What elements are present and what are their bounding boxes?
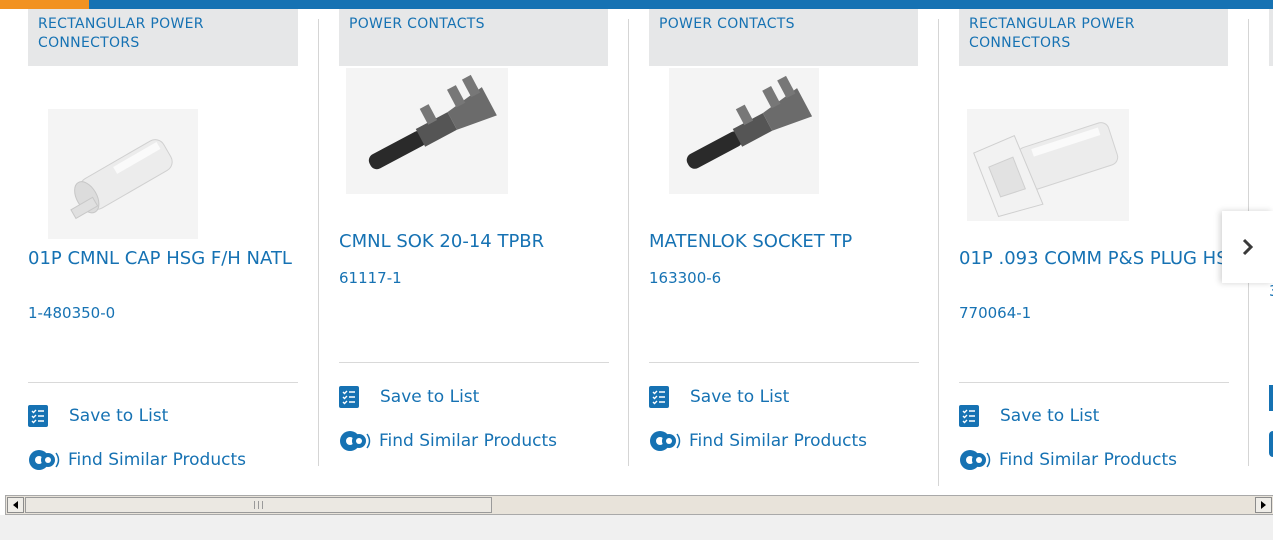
category-label[interactable]: RECTANGULAR POWER CONNECTORS <box>28 9 298 66</box>
part-number[interactable]: 1-480350-0 <box>28 304 115 322</box>
checklist-icon <box>28 405 48 427</box>
page-footer-strip <box>0 515 1273 540</box>
product-title[interactable]: CMNL SOK 20-14 TPBR <box>339 233 629 251</box>
product-carousel: RECTANGULAR POWER CONNECTORS 01P CMNL CA… <box>0 9 1273 490</box>
product-title[interactable]: 01P .093 COMM P&S PLUG HSG <box>959 250 1249 268</box>
find-similar-icon <box>340 431 371 451</box>
find-similar-icon <box>650 431 681 451</box>
checklist-icon <box>959 405 979 427</box>
find-similar-icon <box>29 450 60 470</box>
scrollbar-thumb[interactable] <box>25 497 492 513</box>
triangle-right-icon <box>1260 501 1266 509</box>
chevron-right-icon <box>1242 238 1253 256</box>
part-number[interactable]: 770064-1 <box>959 304 1031 322</box>
find-similar-label: Find Similar Products <box>689 431 867 451</box>
find-similar-icon <box>1269 431 1273 457</box>
save-to-list-button[interactable]: Save to List <box>959 403 1099 429</box>
card-divider <box>28 382 298 383</box>
product-title[interactable]: MATENLOK SOCKET TP <box>649 233 939 251</box>
find-similar-label: Find Similar Products <box>999 450 1177 470</box>
find-similar-icon <box>960 450 991 470</box>
category-label-partial <box>1269 9 1273 66</box>
part-number[interactable]: 163300-6 <box>649 269 721 287</box>
card-divider <box>959 382 1229 383</box>
product-card: RECTANGULAR POWER CONNECTORS 01P CMNL CA… <box>28 9 298 490</box>
product-image[interactable] <box>669 68 819 194</box>
card-divider <box>339 362 609 363</box>
card-separator <box>318 19 319 466</box>
category-label[interactable]: RECTANGULAR POWER CONNECTORS <box>959 9 1228 66</box>
card-separator <box>938 19 939 486</box>
product-title[interactable]: 01P CMNL CAP HSG F/H NATL <box>28 250 318 268</box>
card-separator <box>628 19 629 466</box>
product-card: POWER CONTACTS CMNL SOK 20-14 TPBR 61117… <box>339 9 609 490</box>
save-to-list-label: Save to List <box>380 387 480 407</box>
part-number[interactable]: 61117-1 <box>339 269 402 287</box>
product-card: RECTANGULAR POWER CONNECTORS 01P .093 CO… <box>959 9 1242 490</box>
save-to-list-label: Save to List <box>690 387 790 407</box>
horizontal-scrollbar[interactable] <box>5 495 1273 515</box>
category-label[interactable]: POWER CONTACTS <box>649 9 918 66</box>
triangle-left-icon <box>12 501 18 509</box>
checklist-icon <box>1269 385 1273 411</box>
find-similar-label: Find Similar Products <box>379 431 557 451</box>
find-similar-label: Find Similar Products <box>68 450 246 470</box>
find-similar-products-button[interactable]: Find Similar Products <box>28 447 246 473</box>
top-accent-orange <box>0 0 89 9</box>
product-image[interactable] <box>48 109 198 239</box>
top-accent-bar <box>0 0 1273 9</box>
save-to-list-button[interactable]: Save to List <box>649 384 789 410</box>
save-to-list-label: Save to List <box>1000 406 1100 426</box>
card-divider <box>649 362 919 363</box>
save-to-list-label: Save to List <box>69 406 169 426</box>
find-similar-products-button[interactable]: Find Similar Products <box>339 428 557 454</box>
product-image[interactable] <box>346 68 508 194</box>
product-card: POWER CONTACTS MATENLOK SOCKET TP 163300… <box>649 9 919 490</box>
scroll-left-arrow[interactable] <box>7 497 24 513</box>
save-to-list-button[interactable]: Save to List <box>28 403 168 429</box>
checklist-icon <box>339 386 359 408</box>
find-similar-products-button[interactable]: Find Similar Products <box>649 428 867 454</box>
carousel-next-button[interactable] <box>1222 211 1273 283</box>
checklist-icon <box>649 386 669 408</box>
part-number-partial: 3 <box>1269 282 1273 300</box>
scroll-right-arrow[interactable] <box>1255 497 1272 513</box>
find-similar-products-button[interactable]: Find Similar Products <box>959 447 1177 473</box>
save-to-list-button[interactable]: Save to List <box>339 384 479 410</box>
category-label[interactable]: POWER CONTACTS <box>339 9 608 66</box>
product-image[interactable] <box>967 109 1129 221</box>
